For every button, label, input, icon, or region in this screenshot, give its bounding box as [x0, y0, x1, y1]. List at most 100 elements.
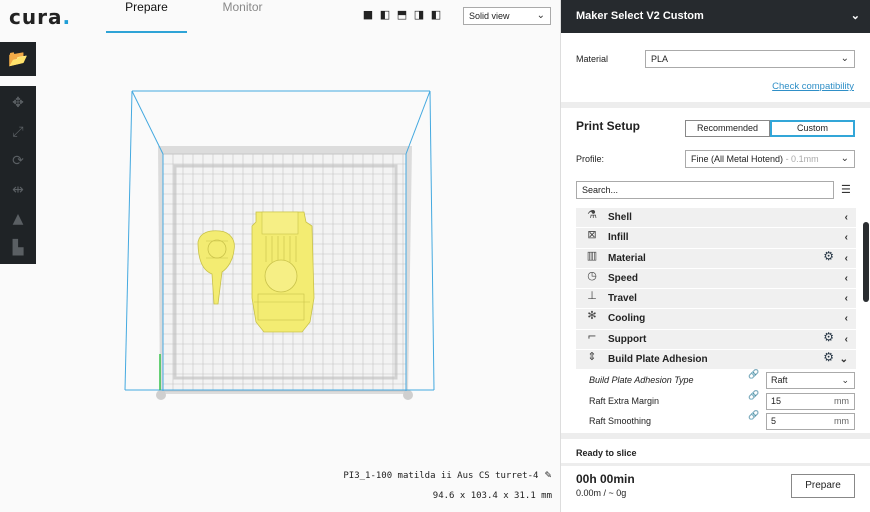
category-label: Travel: [608, 293, 637, 305]
category-label: Material: [608, 252, 646, 264]
speed-icon: ◷: [587, 268, 597, 282]
volume-edge-tl: [131, 90, 164, 155]
tab-monitor[interactable]: Monitor: [200, 0, 285, 33]
setting-label: Build Plate Adhesion Type: [589, 375, 694, 386]
profile-value: Fine (All Metal Hotend): [691, 154, 784, 164]
divider: [561, 463, 870, 466]
slice-status: Ready to slice: [576, 448, 637, 458]
object-dimensions: 94.6 x 103.4 x 31.1 mm: [432, 491, 552, 501]
recommended-mode-button[interactable]: Recommended: [685, 120, 770, 137]
cura-window: cura. Prepare Monitor ■ ◧ ⬒ ◨ ◧ Solid vi…: [0, 0, 870, 512]
setting-label: Raft Extra Margin: [589, 395, 660, 406]
gear-icon[interactable]: ⚙: [823, 350, 834, 364]
divider: [561, 433, 870, 439]
front-view-icon[interactable]: ◧: [379, 9, 391, 21]
profile-select[interactable]: Fine (All Metal Hotend) - 0.1mm ⌄: [685, 150, 855, 168]
category-label: Build Plate Adhesion: [608, 354, 708, 366]
link-icon[interactable]: 🔗: [748, 370, 759, 380]
chevron-down-icon: ⌄: [840, 153, 849, 164]
category-build-plate-adhesion[interactable]: ⇕ Build Plate Adhesion ⚙ ⌄: [576, 350, 856, 371]
view-mode-value: Solid view: [469, 11, 510, 21]
material-select[interactable]: PLA ⌄: [645, 50, 855, 68]
top-bar: cura. Prepare Monitor ■ ◧ ⬒ ◨ ◧ Solid vi…: [0, 0, 560, 36]
check-compatibility-link[interactable]: Check compatibility: [772, 81, 854, 92]
shell-icon: ⚗: [587, 208, 597, 221]
right-view-icon[interactable]: ◧: [430, 9, 442, 21]
edit-pencil-icon[interactable]: ✎: [544, 471, 552, 481]
chevron-down-icon: ⌄: [536, 10, 545, 21]
category-label: Shell: [608, 212, 632, 223]
prepare-button[interactable]: Prepare: [791, 474, 855, 498]
support-blocker-icon[interactable]: ▙: [0, 233, 36, 262]
top-view-icon[interactable]: ⬒: [396, 9, 408, 21]
view-mode-select[interactable]: Solid view ⌄: [463, 7, 551, 25]
gear-icon[interactable]: ⚙: [823, 330, 834, 344]
printer-name: Maker Select V2 Custom: [576, 10, 704, 22]
travel-icon: ⊥: [587, 289, 597, 303]
setting-unit: mm: [834, 395, 849, 406]
settings-list: ⚗ Shell ‹ ⊠ Infill ‹ ▥ Material ⚙ ‹ ◷ Speed ‹ ⊥ Tr…: [576, 208, 856, 433]
3d-viewport[interactable]: 📂 ✥ ⤢ ⟳ ⇹ ▲ ▙ PI3_1-100 matilda ii Aus C…: [0, 36, 560, 512]
settings-visibility-menu-icon[interactable]: ☰: [841, 183, 851, 196]
print-setup-title: Print Setup: [576, 119, 641, 133]
chevron-down-icon: ⌄: [841, 375, 849, 386]
gear-icon[interactable]: ⚙: [823, 249, 834, 263]
settings-panel: Maker Select V2 Custom ⌄ Material PLA ⌄ …: [560, 0, 870, 512]
per-model-settings-icon[interactable]: ▲: [0, 204, 36, 233]
cooling-icon: ✻: [587, 309, 597, 323]
link-icon[interactable]: 🔗: [748, 391, 759, 401]
category-travel[interactable]: ⊥ Travel ‹: [576, 289, 856, 310]
settings-search-input[interactable]: Search...: [576, 181, 834, 199]
object-info: PI3_1-100 matilda ii Aus CS turret-4 ✎ 94…: [343, 466, 552, 506]
adhesion-icon: ⇕: [587, 350, 597, 364]
printer-selector[interactable]: Maker Select V2 Custom ⌄: [561, 0, 870, 33]
3d-view-icon[interactable]: ■: [362, 9, 374, 21]
chevron-left-icon: ‹: [844, 333, 848, 345]
scale-tool-icon[interactable]: ⤢: [0, 117, 36, 146]
material-label: Material: [576, 54, 609, 64]
profile-label: Profile:: [576, 154, 605, 164]
category-label: Support: [608, 333, 647, 345]
category-infill[interactable]: ⊠ Infill ‹: [576, 228, 856, 249]
tool-group: ✥ ⤢ ⟳ ⇹ ▲ ▙: [0, 86, 36, 264]
setting-label: Raft Smoothing: [589, 415, 652, 426]
chevron-left-icon: ‹: [844, 212, 848, 223]
settings-scrollbar[interactable]: [863, 222, 869, 302]
chevron-left-icon: ‹: [844, 293, 848, 305]
tool-sidebar: 📂 ✥ ⤢ ⟳ ⇹ ▲ ▙: [0, 42, 36, 264]
build-volume-scene: [124, 90, 435, 400]
chevron-left-icon: ‹: [844, 313, 848, 325]
category-cooling[interactable]: ✻ Cooling ‹: [576, 309, 856, 330]
rotate-tool-icon[interactable]: ⟳: [0, 146, 36, 175]
chevron-down-icon: ⌄: [840, 53, 849, 64]
custom-mode-button[interactable]: Custom: [770, 120, 855, 137]
category-material[interactable]: ▥ Material ⚙ ‹: [576, 248, 856, 269]
adhesion-type-select[interactable]: Raft ⌄: [766, 372, 855, 390]
open-file-button[interactable]: 📂: [0, 42, 36, 76]
left-view-icon[interactable]: ◨: [413, 9, 425, 21]
setting-value: 15: [771, 395, 782, 406]
volume-edge-left: [124, 90, 133, 391]
category-shell[interactable]: ⚗ Shell ‹: [576, 208, 856, 229]
material-icon: ▥: [586, 248, 598, 262]
mirror-tool-icon[interactable]: ⇹: [0, 175, 36, 204]
infill-icon: ⊠: [587, 228, 597, 242]
chevron-left-icon: ‹: [844, 272, 848, 284]
tab-prepare[interactable]: Prepare: [106, 0, 187, 33]
plate-clip-left: [156, 390, 166, 400]
category-support[interactable]: ⌐ Support ⚙ ‹: [576, 329, 856, 351]
chevron-down-icon: ⌄: [839, 354, 848, 366]
raft-extra-margin-input[interactable]: 15 mm: [766, 392, 855, 410]
search-placeholder: Search...: [582, 185, 619, 195]
divider: [561, 102, 870, 108]
material-usage-estimate: 0.00m / ~ 0g: [576, 488, 627, 498]
raft-smoothing-input[interactable]: 5 mm: [766, 412, 855, 430]
category-speed[interactable]: ◷ Speed ‹: [576, 268, 856, 290]
print-time-estimate: 00h 00min: [576, 472, 635, 486]
tank-hull-model[interactable]: [251, 211, 315, 333]
object-name: PI3_1-100 matilda ii Aus CS turret-4: [343, 471, 539, 481]
link-icon[interactable]: 🔗: [748, 411, 759, 421]
move-tool-icon[interactable]: ✥: [0, 88, 36, 117]
setting-row-raft-smoothing: Raft Smoothing 🔗 5 mm: [576, 411, 856, 431]
category-label: Speed: [608, 272, 639, 284]
